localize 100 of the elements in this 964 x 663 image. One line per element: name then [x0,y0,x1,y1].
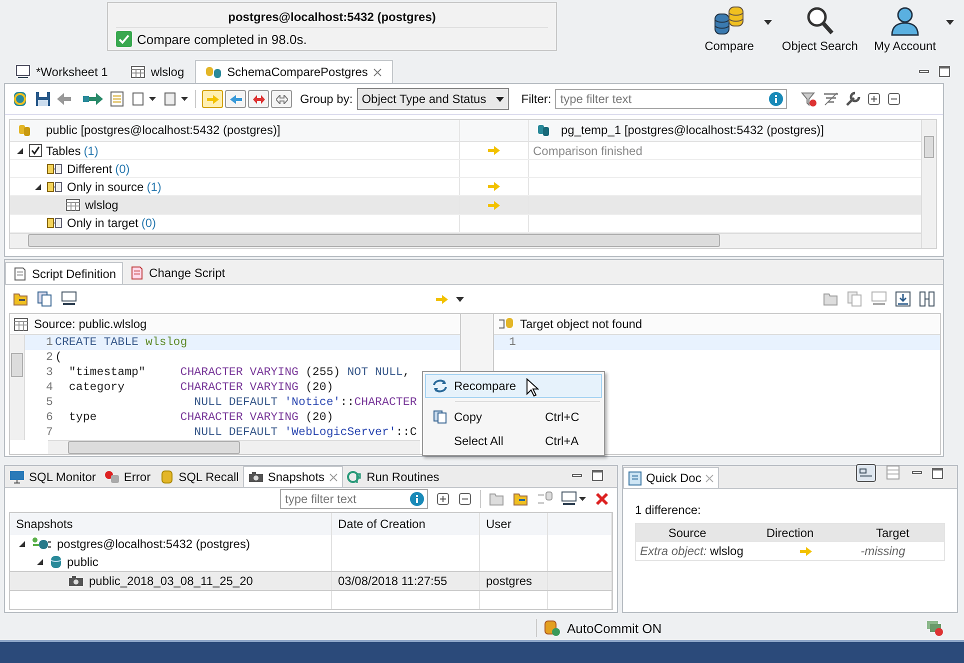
line-number: 5 [45,395,54,410]
vertical-scrollbar[interactable] [10,335,25,440]
column-header: pg_temp_1 [postgres@localhost:5432 (postgres)] [529,120,921,141]
toolbar-button[interactable]: My Account [868,6,942,53]
editor-tab[interactable]: *Worksheet 1 [4,60,119,83]
caret-icon[interactable] [456,296,464,302]
script-tab[interactable]: Script Definition [5,262,124,284]
caret-icon [496,96,504,102]
toolbar-button[interactable]: Compare [698,6,760,53]
caret-icon[interactable] [946,20,954,25]
snapshot-row[interactable]: public_2018_03_08_11_25_20 03/08/2018 11:27:55 postgres [10,571,612,591]
script-tab[interactable]: Change Script [123,262,232,284]
maximize-icon[interactable] [932,468,943,478]
maximize-icon[interactable] [592,470,603,481]
caret-icon[interactable] [764,20,772,25]
database-stack-icon [158,470,175,484]
copy-icon[interactable] [37,291,53,307]
view-tab[interactable]: SQL Recall [154,466,243,487]
expand-triangle-icon[interactable] [16,146,24,155]
view-tab[interactable]: SQL Monitor [5,466,100,487]
user-icon [890,6,920,36]
save-icon[interactable] [35,91,51,107]
filter-field[interactable]: type filter text [555,89,788,109]
expand-triangle-icon[interactable] [36,558,44,566]
direction-filter-button[interactable] [271,90,292,108]
view-tab[interactable]: Run Routines [342,466,444,487]
view-tab[interactable]: Quick Doc [623,467,720,488]
toolbar-button[interactable]: Object Search [776,6,864,53]
editor-tab[interactable]: wlslog [118,60,196,83]
script-icon [12,266,28,280]
compare-tree-row[interactable]: wlslog [10,196,921,215]
snapshot-user: postgres [486,574,532,588]
direction-filter-button[interactable] [225,90,246,108]
item-count: (1) [146,180,162,194]
view-tab[interactable]: Snapshots [242,466,343,487]
code-line: type CHARACTER VARYING (20) [68,410,334,425]
arrow-right-icon[interactable] [83,92,103,106]
direction-arrow-icon [436,294,448,304]
delete-icon[interactable] [595,492,609,506]
split-view-icon[interactable] [919,291,935,307]
snapshot-row[interactable]: postgres@localhost:5432 (postgres) [10,535,612,553]
copy-icon [433,410,447,424]
plug-icon [32,537,52,551]
notification-title: postgres@localhost:5432 (postgres) [116,10,548,28]
difference-target: -missing [860,544,906,558]
database-pair-icon [18,123,32,138]
item-count: (0) [141,216,156,230]
table-pair-icon [47,162,63,175]
tree-item-label: Different [67,162,112,176]
horizontal-scrollbar[interactable] [10,232,921,248]
mouse-cursor-icon [526,378,539,397]
table-pair-icon [47,217,63,230]
column-header: Snapshots [10,513,332,535]
filter-label: Filter: [521,92,552,106]
download-icon[interactable] [895,291,911,307]
compare-tree-row[interactable]: Different (0) [10,160,921,178]
vertical-scrollbar[interactable] [921,120,936,248]
filter-off-icon[interactable] [801,91,818,107]
info-icon[interactable] [410,492,424,506]
table-settings-icon[interactable] [886,465,902,481]
info-icon[interactable] [769,92,784,106]
group-by-dropdown[interactable]: Object Type and Status [356,88,510,110]
editor-tab[interactable]: SchemaComparePostgres [195,60,393,83]
filter-field[interactable]: type filter text [280,489,428,509]
close-icon[interactable] [372,68,382,76]
view-tab[interactable]: Error [100,466,155,487]
filter-icon[interactable] [823,91,840,107]
direction-filter-button[interactable] [248,90,269,108]
menu-item[interactable]: Copy Ctrl+C [425,405,602,429]
expand-all-icon[interactable] [867,92,882,106]
horizontal-scrollbar[interactable] [48,440,420,454]
snapshot-name: postgres@localhost:5432 (postgres) [57,537,250,551]
close-icon[interactable] [328,472,338,482]
line-number: 6 [45,410,54,425]
link-toggle-icon[interactable] [856,464,876,482]
maximize-icon[interactable] [939,66,950,77]
column-header: public [postgres@localhost:5432 (postgres)] [10,120,460,141]
item-count: (0) [115,162,130,176]
refresh-database-icon[interactable] [11,90,29,108]
snapshot-name: public_2018_03_08_11_25_20 [89,574,253,588]
menu-item[interactable]: Recompare [425,374,602,398]
database-check-icon [543,619,561,637]
compare-tree-row[interactable]: Tables (1) Comparison finished [10,142,921,160]
line-number: 4 [45,380,54,395]
checkbox[interactable] [29,144,42,158]
tree-item-label: Only in target [67,216,138,230]
expand-triangle-icon[interactable] [18,540,26,548]
pane-header: Source: public.wlslog [10,314,460,335]
document-dropdown-icon[interactable] [131,91,157,107]
expand-triangle-icon[interactable] [34,182,42,191]
document-list-icon[interactable] [109,91,125,107]
snapshot-name: public [67,555,98,569]
notification-message: Compare completed in 98.0s. [137,32,307,46]
collapse-all-icon[interactable] [458,492,472,506]
menu-item[interactable]: Select All Ctrl+A [425,429,602,453]
collapse-all-icon[interactable] [887,92,902,106]
expand-all-icon[interactable] [436,492,450,506]
wrench-icon[interactable] [845,91,862,107]
difference-summary: 1 difference: [635,503,702,517]
document-dropdown-icon[interactable] [163,91,189,107]
